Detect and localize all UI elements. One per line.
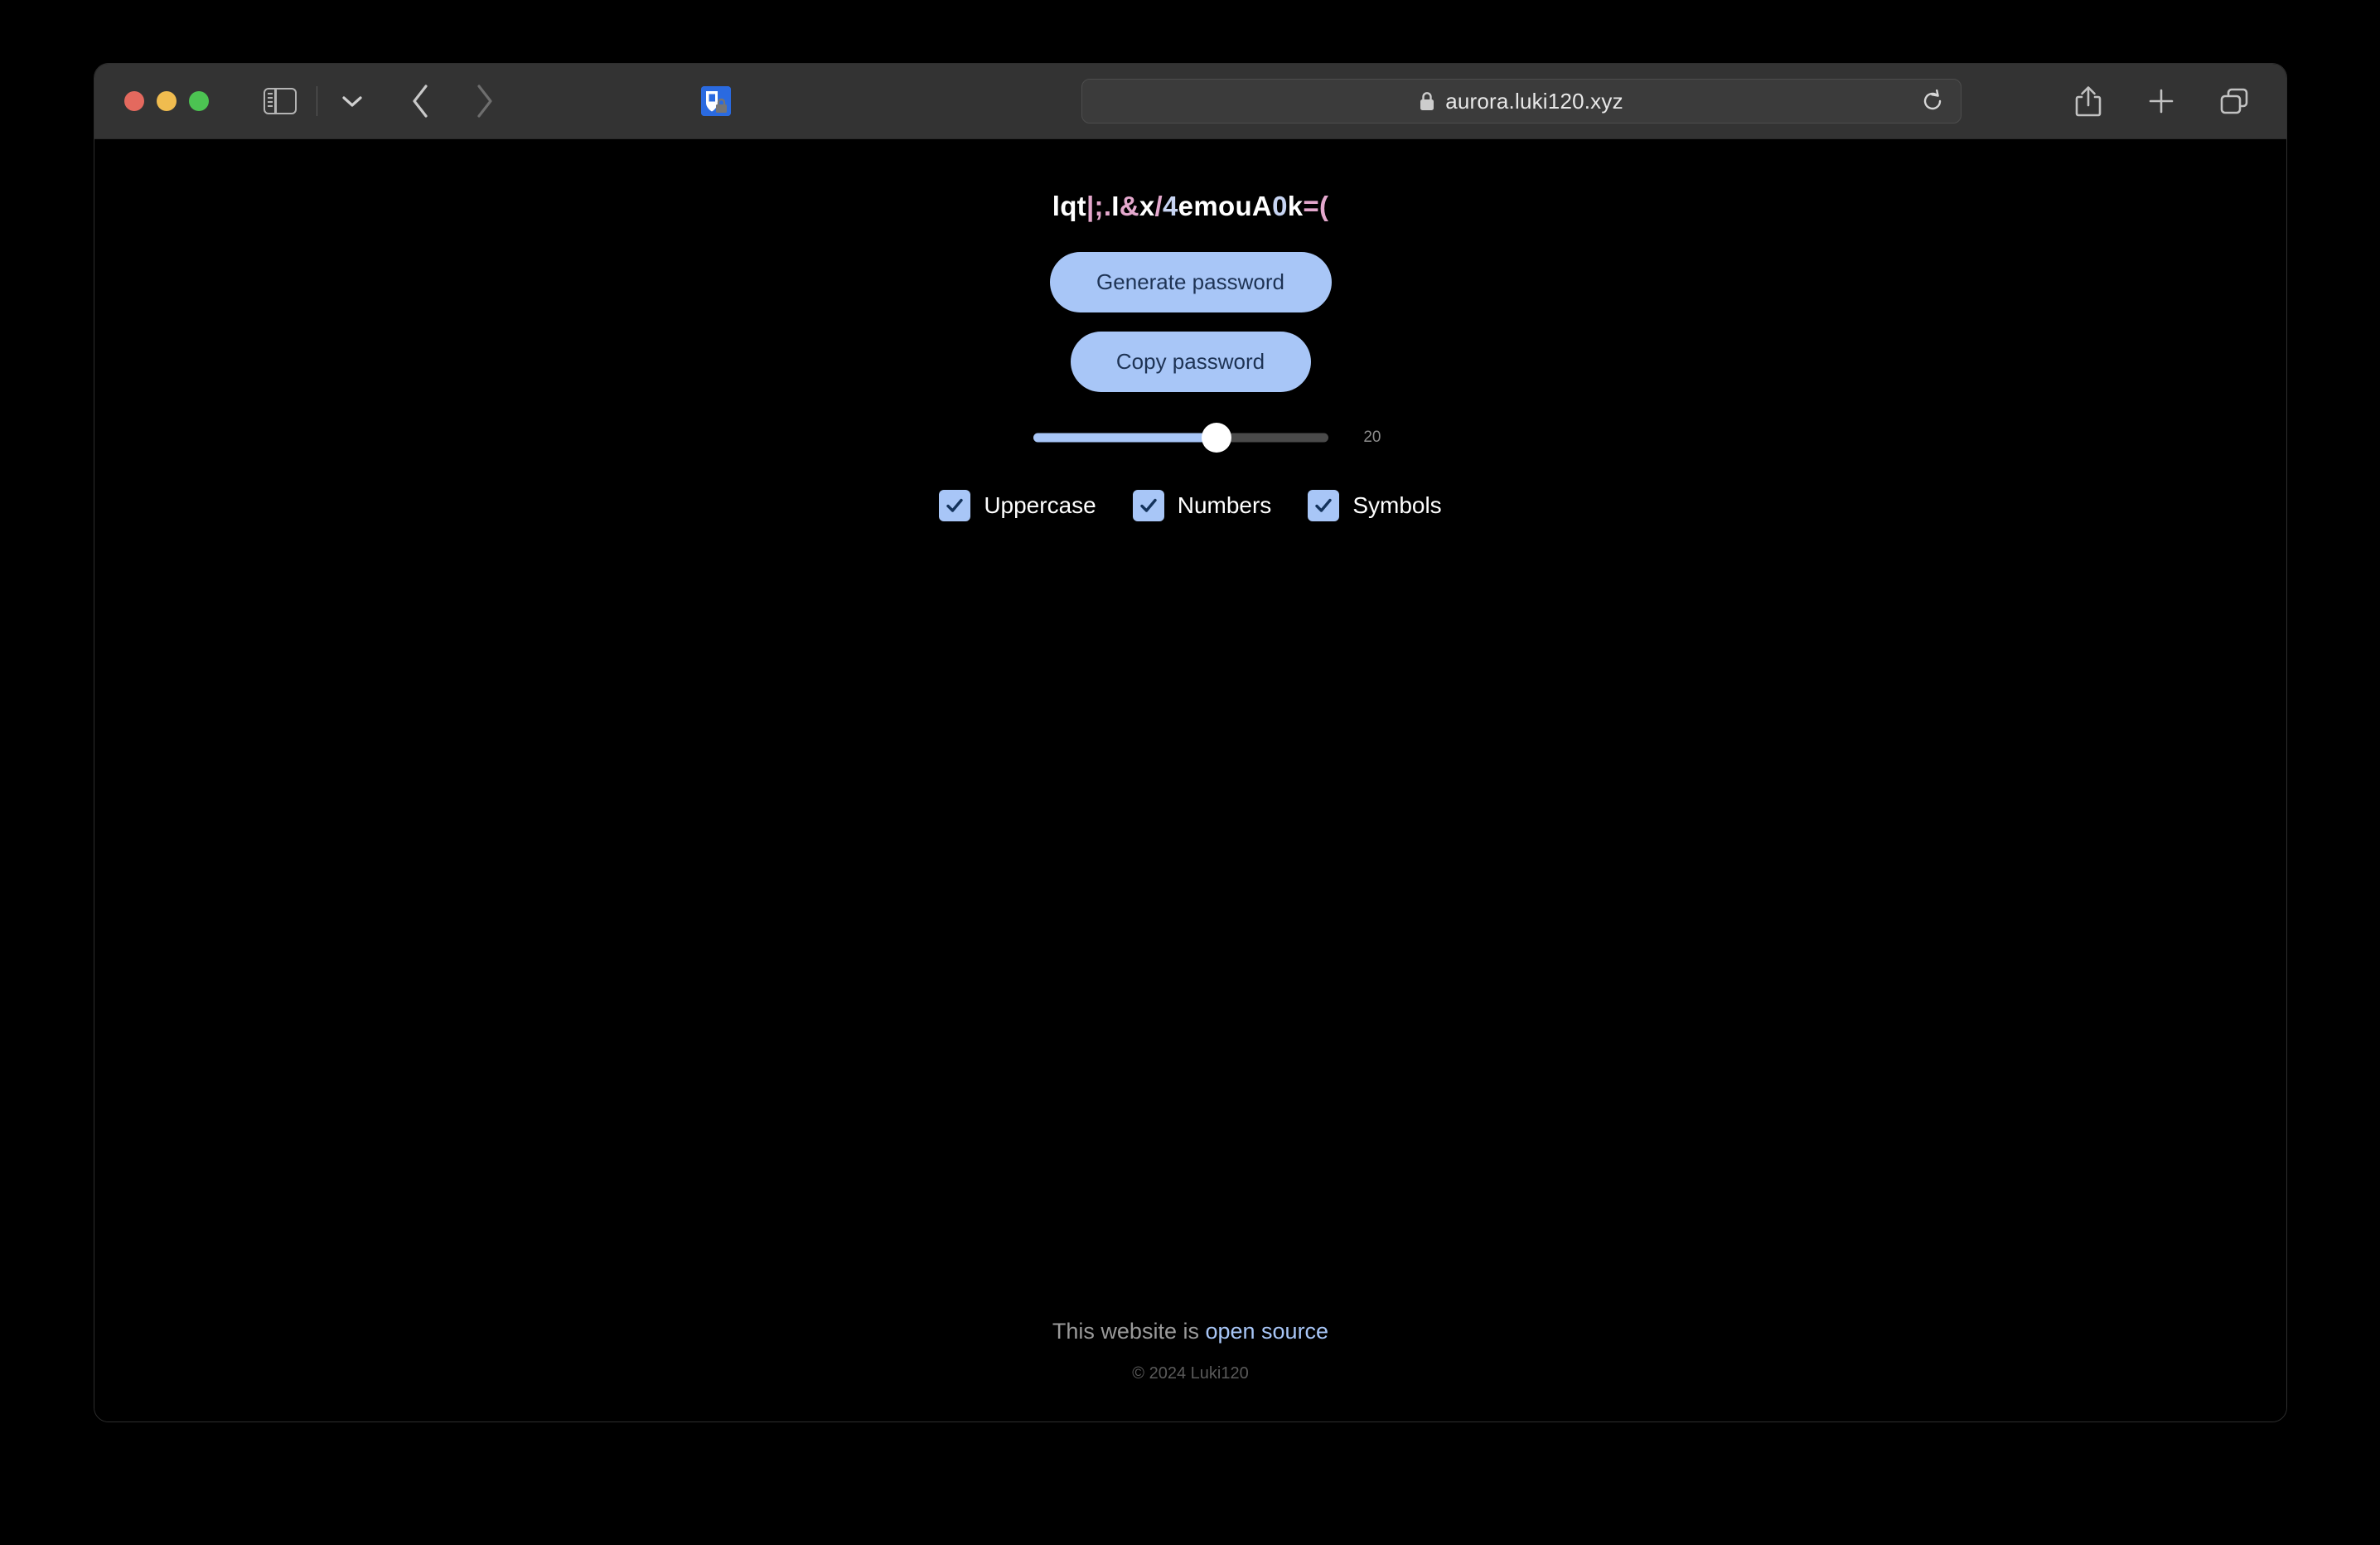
password-char-symbol: |: [1086, 191, 1095, 221]
tab-overview-button[interactable]: [2215, 82, 2253, 120]
uppercase-label: Uppercase: [984, 492, 1096, 518]
chevron-down-icon: [342, 96, 362, 107]
toolbar-right-group: [2069, 82, 2253, 120]
password-char-letter: I: [1111, 191, 1120, 221]
reload-icon: [1923, 90, 1941, 110]
plus-icon: [2149, 89, 2174, 114]
password-char-number: 0: [1272, 191, 1288, 221]
browser-window: aurora.luki120.xyz lqt|;.I&x/4emouA0k=(…: [94, 63, 2287, 1422]
password-char-symbol: ;: [1094, 191, 1104, 221]
password-char-symbol: =: [1303, 191, 1319, 221]
symbols-label: Symbols: [1352, 492, 1442, 518]
password-char-symbol: &: [1119, 191, 1139, 221]
password-char-letter: q: [1060, 191, 1077, 221]
password-char-number: 4: [1163, 191, 1178, 221]
password-char-letter: l: [1052, 191, 1061, 221]
open-source-link[interactable]: open source: [1205, 1319, 1328, 1344]
password-char-letter: e: [1178, 191, 1194, 221]
open-source-line: This website is open source: [1052, 1319, 1328, 1344]
password-length-value: 20: [1363, 429, 1381, 446]
page-content: lqt|;.I&x/4emouA0k=( Generate password C…: [94, 139, 2286, 1421]
password-char-letter: A: [1251, 191, 1273, 221]
share-button[interactable]: [2069, 82, 2107, 120]
option-uppercase[interactable]: Uppercase: [939, 490, 1096, 521]
share-icon: [2075, 86, 2102, 117]
sidebar-icon: [264, 88, 297, 114]
uppercase-checkbox[interactable]: [939, 490, 971, 521]
password-char-symbol: (: [1318, 191, 1329, 221]
generate-password-button[interactable]: Generate password: [1049, 252, 1332, 312]
lock-icon: [1420, 91, 1434, 110]
browser-toolbar: aurora.luki120.xyz: [94, 64, 2286, 139]
password-char-letter: x: [1139, 191, 1155, 221]
copy-password-button[interactable]: Copy password: [1070, 332, 1311, 392]
maximize-window-button[interactable]: [189, 91, 209, 111]
reload-button[interactable]: [1916, 85, 1949, 118]
password-char-letter: u: [1235, 191, 1252, 221]
password-char-letter: m: [1193, 191, 1218, 221]
new-tab-button[interactable]: [2142, 82, 2180, 120]
numbers-checkbox[interactable]: [1132, 490, 1164, 521]
shield-lock-icon: [701, 86, 731, 116]
password-char-symbol: /: [1154, 191, 1163, 221]
back-button[interactable]: [399, 80, 442, 123]
close-window-button[interactable]: [124, 91, 144, 111]
password-char-letter: t: [1076, 191, 1086, 221]
chevron-left-icon: [413, 85, 428, 118]
forward-button[interactable]: [463, 80, 506, 123]
check-icon: [1315, 498, 1333, 512]
tabs-icon: [2220, 88, 2248, 114]
option-symbols[interactable]: Symbols: [1308, 490, 1442, 521]
slider-thumb[interactable]: [1201, 423, 1231, 453]
password-char-letter: k: [1287, 191, 1304, 221]
password-length-row: 20: [1033, 423, 1381, 453]
check-icon: [1140, 498, 1157, 512]
password-char-letter: o: [1217, 191, 1236, 221]
generated-password-text: lqt|;.I&x/4emouA0k=(: [1052, 191, 1329, 222]
password-length-slider[interactable]: [1033, 423, 1329, 453]
sidebar-toggle-button[interactable]: [262, 86, 298, 116]
traffic-lights: [124, 91, 209, 111]
character-options-row: Uppercase Numbers Symbols: [939, 490, 1442, 521]
minimize-window-button[interactable]: [157, 91, 177, 111]
address-bar-url: aurora.luki120.xyz: [1445, 88, 1623, 114]
symbols-checkbox[interactable]: [1308, 490, 1340, 521]
check-icon: [946, 498, 964, 512]
slider-fill: [1033, 433, 1217, 443]
password-char-symbol: .: [1103, 191, 1112, 221]
page-footer: This website is open source © 2024 Luki1…: [94, 1319, 2286, 1383]
address-bar[interactable]: aurora.luki120.xyz: [1081, 79, 1962, 124]
chevron-right-icon: [477, 85, 492, 118]
sidebar-dropdown-button[interactable]: [336, 85, 369, 118]
footer-prefix-text: This website is: [1052, 1319, 1206, 1344]
numbers-label: Numbers: [1177, 492, 1272, 518]
copyright-text: © 2024 Luki120: [1132, 1364, 1249, 1383]
option-numbers[interactable]: Numbers: [1132, 490, 1272, 521]
site-favicon: [701, 86, 731, 116]
